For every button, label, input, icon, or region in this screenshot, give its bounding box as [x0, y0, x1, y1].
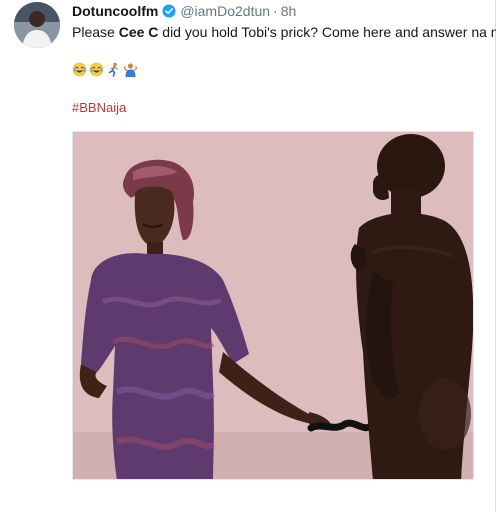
tweet-photo[interactable] [72, 131, 474, 480]
tweet-text-after: did you hold Tobi's prick? Come here and… [158, 24, 496, 40]
tweet-text-bold-name: Cee C [118, 24, 159, 40]
photo-illustration [73, 132, 473, 479]
hashtag-link[interactable]: #BBNaija [72, 100, 126, 115]
tweet-header: Dotuncoolfm @iamDo2dtun · 8h [72, 2, 296, 20]
face-with-tears-of-joy-icon [89, 62, 104, 77]
tweet-text: Please Cee C did you hold Tobi's prick? … [72, 23, 496, 41]
face-with-tears-of-joy-icon [72, 62, 87, 77]
user-avatar[interactable] [14, 2, 60, 48]
tweet-card[interactable]: Dotuncoolfm @iamDo2dtun · 8h Please Cee … [0, 0, 496, 512]
verified-badge-icon [162, 4, 176, 18]
user-handle[interactable]: @iamDo2dtun [180, 2, 270, 20]
emoji-row [72, 62, 138, 77]
tweet-text-before: Please [72, 24, 119, 40]
display-name[interactable]: Dotuncoolfm [72, 2, 158, 20]
person-running-icon [106, 62, 121, 77]
tweet-timestamp[interactable]: 8h [281, 2, 297, 20]
separator-dot: · [273, 3, 278, 19]
person-shrugging-icon [123, 62, 138, 77]
